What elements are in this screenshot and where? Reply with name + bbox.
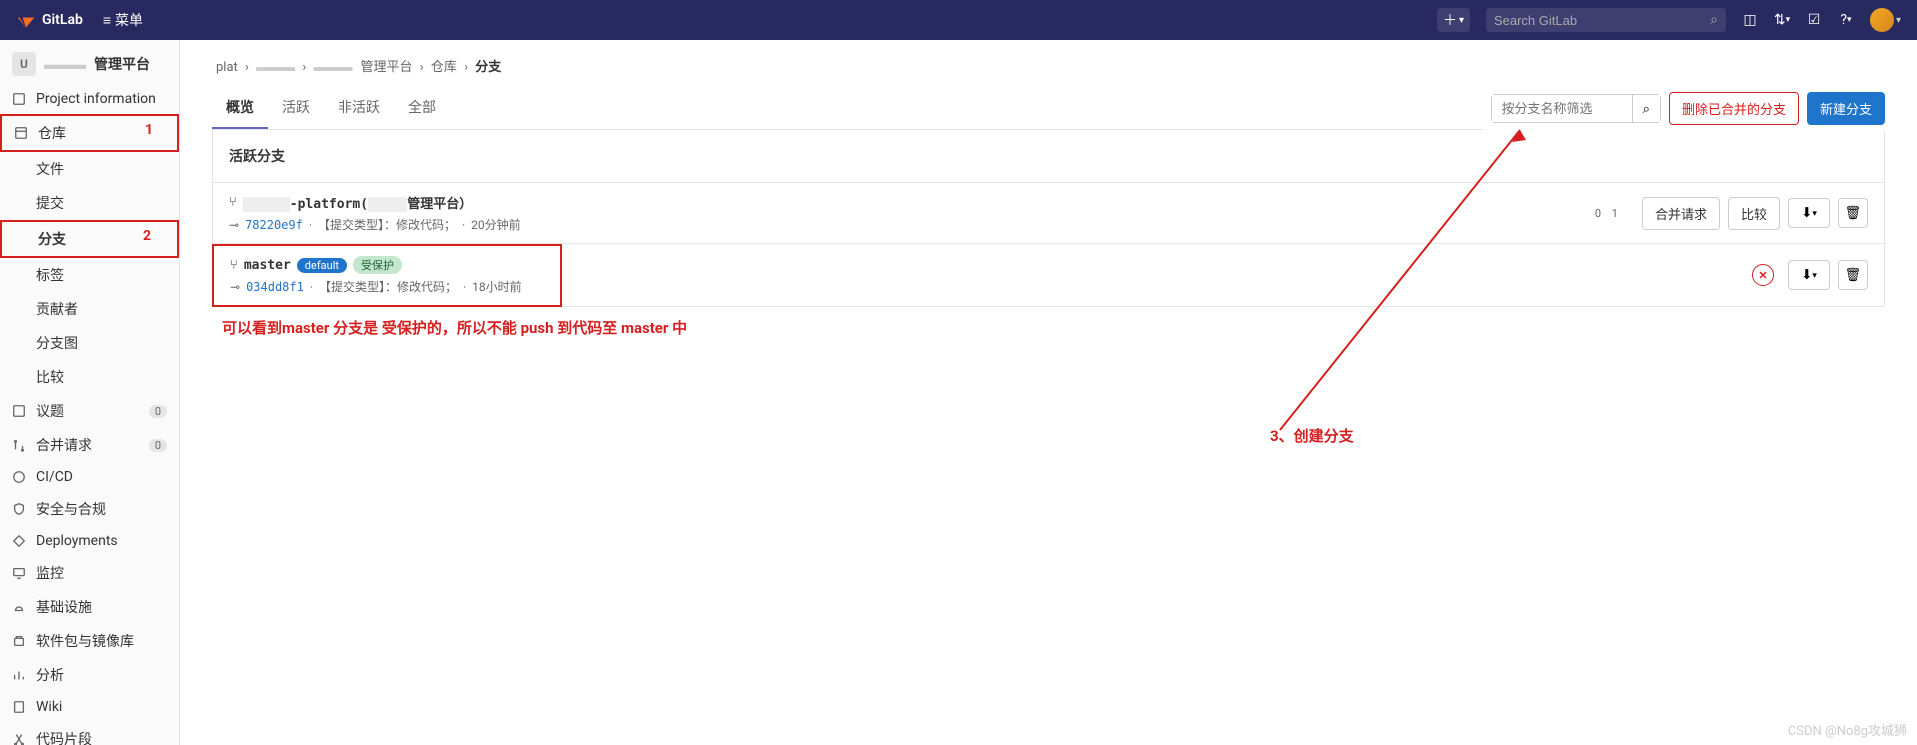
search-button[interactable]: ⌕ xyxy=(1632,95,1660,122)
sidebar-item-monitor[interactable]: 监控 xyxy=(0,556,179,590)
compare-button[interactable]: 比较 xyxy=(1728,197,1780,230)
help-icon[interactable]: ? ▾ xyxy=(1838,12,1854,28)
download-icon: ⬇ xyxy=(1801,205,1812,221)
sidebar-subitem-tags[interactable]: 标签 xyxy=(0,258,179,292)
section-title: 活跃分支 xyxy=(212,130,1885,183)
plus-icon: ＋ xyxy=(1443,10,1457,30)
sidebar-item-project-info[interactable]: Project information xyxy=(0,84,179,114)
breadcrumb: plat › ▬▬▬ › ▬▬▬管理平台 › 仓库 › 分支 xyxy=(212,56,1885,75)
annotation-step-3: 3、创建分支 xyxy=(1270,425,1354,446)
search-input[interactable] xyxy=(1494,13,1710,28)
branch-icon: ⑂ xyxy=(229,195,237,210)
chevron-down-icon: ▾ xyxy=(1459,15,1464,26)
branch-row: ⑂ master default 受保护 ⊸ 034dd8f1 · 【提交类型】… xyxy=(212,244,562,307)
branch-icon: ⑂ xyxy=(230,258,238,273)
branch-name[interactable]: xxxxxx-platform(xxxxx管理平台） xyxy=(243,193,472,212)
issues-icon[interactable]: ◫ xyxy=(1742,12,1758,28)
user-menu[interactable]: ▾ xyxy=(1870,8,1901,32)
trash-icon: 🗑 xyxy=(1845,267,1862,283)
chevron-down-icon: ▾ xyxy=(1896,15,1901,26)
protected-badge: 受保护 xyxy=(353,256,402,274)
sidebar-item-deployments[interactable]: Deployments xyxy=(0,526,179,556)
sidebar-item-repository[interactable]: 仓库 xyxy=(0,114,179,152)
delete-branch-button[interactable]: 🗑 xyxy=(1838,260,1868,290)
sidebar-item-merge-requests[interactable]: 合并请求 0 xyxy=(0,428,179,462)
download-button[interactable]: ⬇ ▾ xyxy=(1788,198,1830,228)
trash-icon: 🗑 xyxy=(1845,205,1862,221)
sidebar-item-wiki[interactable]: Wiki xyxy=(0,692,179,722)
sidebar-item-packages[interactable]: 软件包与镜像库 xyxy=(0,624,179,658)
hamburger-icon: ≡ xyxy=(103,12,111,29)
tab-all[interactable]: 全部 xyxy=(394,87,450,129)
search-icon: ⌕ xyxy=(1643,101,1650,116)
tab-stale[interactable]: 非活跃 xyxy=(324,87,394,129)
delete-branch-button[interactable]: 🗑 xyxy=(1838,198,1868,228)
sidebar-item-analytics[interactable]: 分析 xyxy=(0,658,179,692)
commit-icon: ⊸ xyxy=(229,218,239,232)
project-header[interactable]: U ▬▬▬管理平台 xyxy=(0,44,179,84)
close-icon[interactable]: ✕ xyxy=(1752,264,1774,286)
download-icon: ⬇ xyxy=(1801,267,1812,283)
download-button[interactable]: ⬇ ▾ xyxy=(1788,260,1830,290)
branch-filter-input[interactable] xyxy=(1492,95,1632,122)
sidebar-subitem-branches[interactable]: 分支 xyxy=(0,220,179,258)
commit-sha[interactable]: 034dd8f1 xyxy=(246,280,304,294)
sidebar-subitem-files[interactable]: 文件 xyxy=(0,152,179,186)
sidebar-subitem-graph[interactable]: 分支图 xyxy=(0,326,179,360)
sidebar-subitem-contributors[interactable]: 贡献者 xyxy=(0,292,179,326)
brand-text: GitLab xyxy=(42,12,83,28)
sidebar-subitem-compare[interactable]: 比较 xyxy=(0,360,179,394)
tab-overview[interactable]: 概览 xyxy=(212,87,268,129)
commit-sha[interactable]: 78220e9f xyxy=(245,218,303,232)
delete-merged-button[interactable]: 删除已合并的分支 xyxy=(1669,92,1799,125)
new-branch-button[interactable]: 新建分支 xyxy=(1807,92,1885,125)
todos-icon[interactable]: ☑ xyxy=(1806,12,1822,28)
tab-active[interactable]: 活跃 xyxy=(268,87,324,129)
gitlab-logo[interactable]: GitLab xyxy=(16,10,83,30)
sidebar-item-cicd[interactable]: CI/CD xyxy=(0,462,179,492)
commit-icon: ⊸ xyxy=(230,280,240,294)
annotation-master-note: 可以看到master 分支是 受保护的，所以不能 push 到代码至 maste… xyxy=(212,317,1885,338)
sidebar-subitem-commits[interactable]: 提交 xyxy=(0,186,179,220)
merge-requests-icon[interactable]: ⇅ ▾ xyxy=(1774,12,1790,28)
divergence-graph: 0 1 xyxy=(1595,207,1622,220)
sidebar-item-infrastructure[interactable]: 基础设施 xyxy=(0,590,179,624)
create-new-button[interactable]: ＋ ▾ xyxy=(1437,8,1470,32)
sidebar-item-snippets[interactable]: 代码片段 xyxy=(0,722,179,745)
sidebar-item-issues[interactable]: 议题 0 xyxy=(0,394,179,428)
search-box[interactable]: ⌕ xyxy=(1486,8,1726,32)
default-badge: default xyxy=(297,258,347,273)
sidebar-item-security[interactable]: 安全与合规 xyxy=(0,492,179,526)
avatar xyxy=(1870,8,1894,32)
project-avatar: U xyxy=(12,52,36,76)
merge-request-button[interactable]: 合并请求 xyxy=(1642,197,1720,230)
search-icon: ⌕ xyxy=(1710,12,1718,28)
menu-toggle[interactable]: ≡ 菜单 xyxy=(103,10,143,30)
branch-name[interactable]: master xyxy=(244,258,291,273)
branch-row: ⑂ xxxxxx-platform(xxxxx管理平台） ⊸ 78220e9f … xyxy=(212,183,1885,244)
